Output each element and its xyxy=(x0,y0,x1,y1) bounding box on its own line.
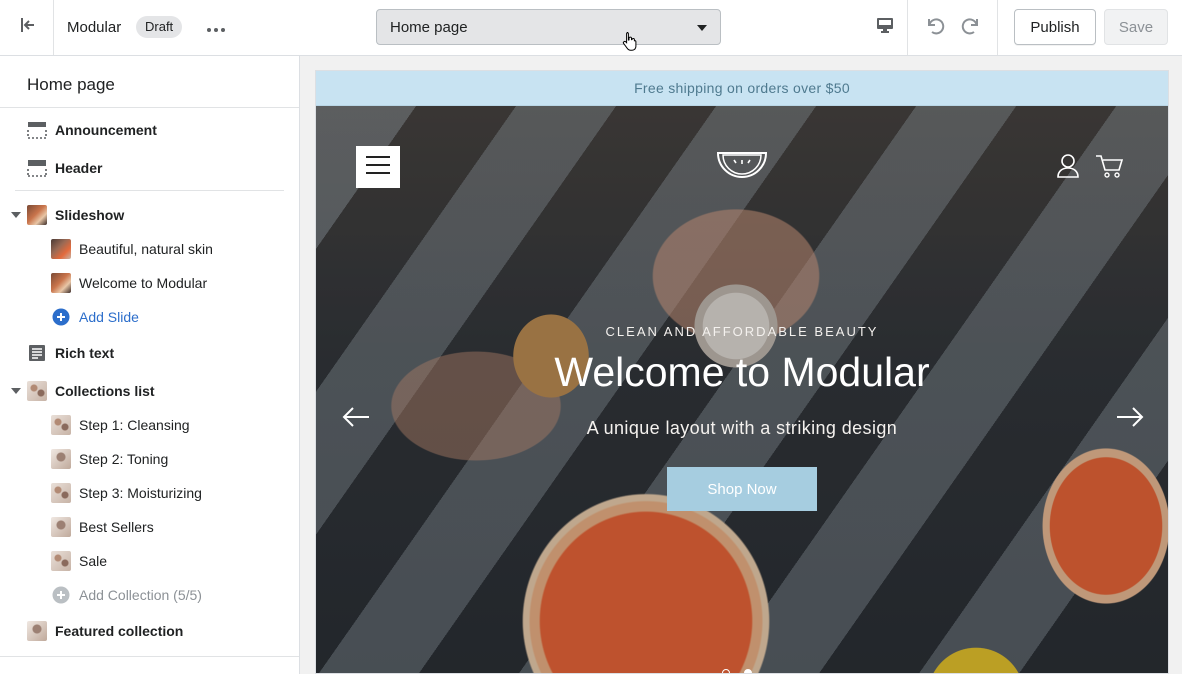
slide-dot[interactable] xyxy=(722,669,730,673)
sidebar-item-label: Rich text xyxy=(55,345,115,361)
sidebar-item-header[interactable]: Header xyxy=(27,153,102,183)
status-badge: Draft xyxy=(136,16,183,38)
theme-name: Modular xyxy=(67,19,122,36)
caret-down-icon[interactable] xyxy=(11,212,21,218)
collection-thumbnail xyxy=(51,449,71,469)
sidebar-item-label: Header xyxy=(55,160,103,176)
sidebar-item-collection[interactable]: Step 3: Moisturizing xyxy=(51,478,202,508)
caret-down-icon[interactable] xyxy=(11,388,21,394)
shop-now-button[interactable]: Shop Now xyxy=(667,467,817,511)
account-icon[interactable] xyxy=(1057,154,1079,183)
sidebar-item-label: Step 3: Moisturizing xyxy=(79,485,202,501)
cart-icon[interactable] xyxy=(1095,154,1124,183)
slide-thumbnail xyxy=(51,239,71,259)
sidebar-item-collection[interactable]: Step 2: Toning xyxy=(51,444,168,474)
publish-button[interactable]: Publish xyxy=(1014,9,1096,45)
header-layout-icon xyxy=(27,158,47,178)
sidebar-item-collections-list[interactable]: Collections list xyxy=(27,376,155,406)
collection-thumbnail xyxy=(27,381,47,401)
hand-pointer-cursor-icon xyxy=(622,31,638,56)
announcement-bar-icon xyxy=(27,120,47,140)
watermelon-logo-icon[interactable] xyxy=(716,150,768,185)
sidebar-item-label: Featured collection xyxy=(55,623,184,639)
collection-thumbnail xyxy=(51,483,71,503)
sidebar-title: Home page xyxy=(27,75,115,94)
divider xyxy=(0,107,299,108)
undo-icon xyxy=(924,16,946,41)
sidebar-item-label: Slideshow xyxy=(55,207,125,223)
desktop-icon xyxy=(876,16,894,39)
hero-slideshow[interactable]: CLEAN AND AFFORDABLE BEAUTY Welcome to M… xyxy=(316,106,1168,673)
plus-circle-icon xyxy=(51,585,71,605)
exit-icon xyxy=(18,16,36,39)
redo-icon xyxy=(960,16,982,41)
sidebar-item-featured-collection[interactable]: Featured collection xyxy=(27,616,183,646)
ellipsis-icon xyxy=(207,19,225,37)
slide-pagination xyxy=(722,669,752,673)
sidebar-item-slide[interactable]: Beautiful, natural skin xyxy=(51,234,213,264)
sidebar-item-label: Welcome to Modular xyxy=(79,275,208,291)
sidebar-item-label: Announcement xyxy=(55,122,157,138)
page-selector-value: Home page xyxy=(390,19,468,36)
sidebar-item-label: Best Sellers xyxy=(79,519,154,535)
slide-dot-active[interactable] xyxy=(744,669,752,673)
divider xyxy=(15,190,284,191)
chevron-down-icon xyxy=(697,25,707,31)
theme-preview: Free shipping on orders over $50 CLEAN A… xyxy=(300,56,1182,674)
plus-circle-icon xyxy=(51,307,71,327)
text-block-icon xyxy=(27,343,47,363)
hamburger-icon xyxy=(366,155,390,179)
sidebar-item-slideshow[interactable]: Slideshow xyxy=(27,200,124,230)
more-actions-button[interactable] xyxy=(200,14,232,42)
sidebar-item-collection[interactable]: Best Sellers xyxy=(51,512,154,542)
topbar-divider xyxy=(997,0,998,55)
sections-sidebar: Home page Announcement Header Slideshow … xyxy=(0,56,300,674)
page-selector[interactable]: Home page xyxy=(376,9,721,45)
sidebar-item-slide[interactable]: Welcome to Modular xyxy=(51,268,207,298)
collection-thumbnail xyxy=(51,517,71,537)
sidebar-item-label: Step 1: Cleansing xyxy=(79,417,190,433)
sidebar-item-rich-text[interactable]: Rich text xyxy=(27,338,114,368)
preview-frame: Free shipping on orders over $50 CLEAN A… xyxy=(315,70,1169,674)
divider xyxy=(0,656,299,657)
collection-thumbnail xyxy=(51,551,71,571)
exit-editor-button[interactable] xyxy=(0,0,54,55)
save-button[interactable]: Save xyxy=(1104,9,1168,45)
sidebar-item-label: Sale xyxy=(79,553,108,569)
sidebar-item-label: Collections list xyxy=(55,383,155,399)
slideshow-thumbnail xyxy=(27,205,47,225)
undo-button[interactable] xyxy=(920,13,950,43)
sidebar-item-label: Step 2: Toning xyxy=(79,451,169,467)
hero-subheading: CLEAN AND AFFORDABLE BEAUTY xyxy=(605,324,879,339)
add-slide-button[interactable]: Add Slide xyxy=(51,302,139,332)
hero-heading: Welcome to Modular xyxy=(554,349,930,395)
slide-thumbnail xyxy=(51,273,71,293)
sidebar-item-announcement[interactable]: Announcement xyxy=(27,115,157,145)
sidebar-item-label: Beautiful, natural skin xyxy=(79,241,213,257)
collection-thumbnail xyxy=(51,415,71,435)
redo-button[interactable] xyxy=(956,13,986,43)
sidebar-item-collection[interactable]: Step 1: Cleansing xyxy=(51,410,190,440)
collection-thumbnail xyxy=(27,621,47,641)
add-slide-label: Add Slide xyxy=(79,309,139,325)
desktop-view-toggle[interactable] xyxy=(862,0,908,55)
add-collection-label: Add Collection (5/5) xyxy=(79,587,202,603)
hamburger-menu-button[interactable] xyxy=(356,146,400,188)
editor-topbar: Modular Draft Home page Publish Save xyxy=(0,0,1182,56)
hero-text: A unique layout with a striking design xyxy=(586,418,898,438)
add-collection-button[interactable]: Add Collection (5/5) xyxy=(51,580,202,610)
sidebar-item-collection[interactable]: Sale xyxy=(51,546,107,576)
announcement-bar[interactable]: Free shipping on orders over $50 xyxy=(316,71,1168,106)
